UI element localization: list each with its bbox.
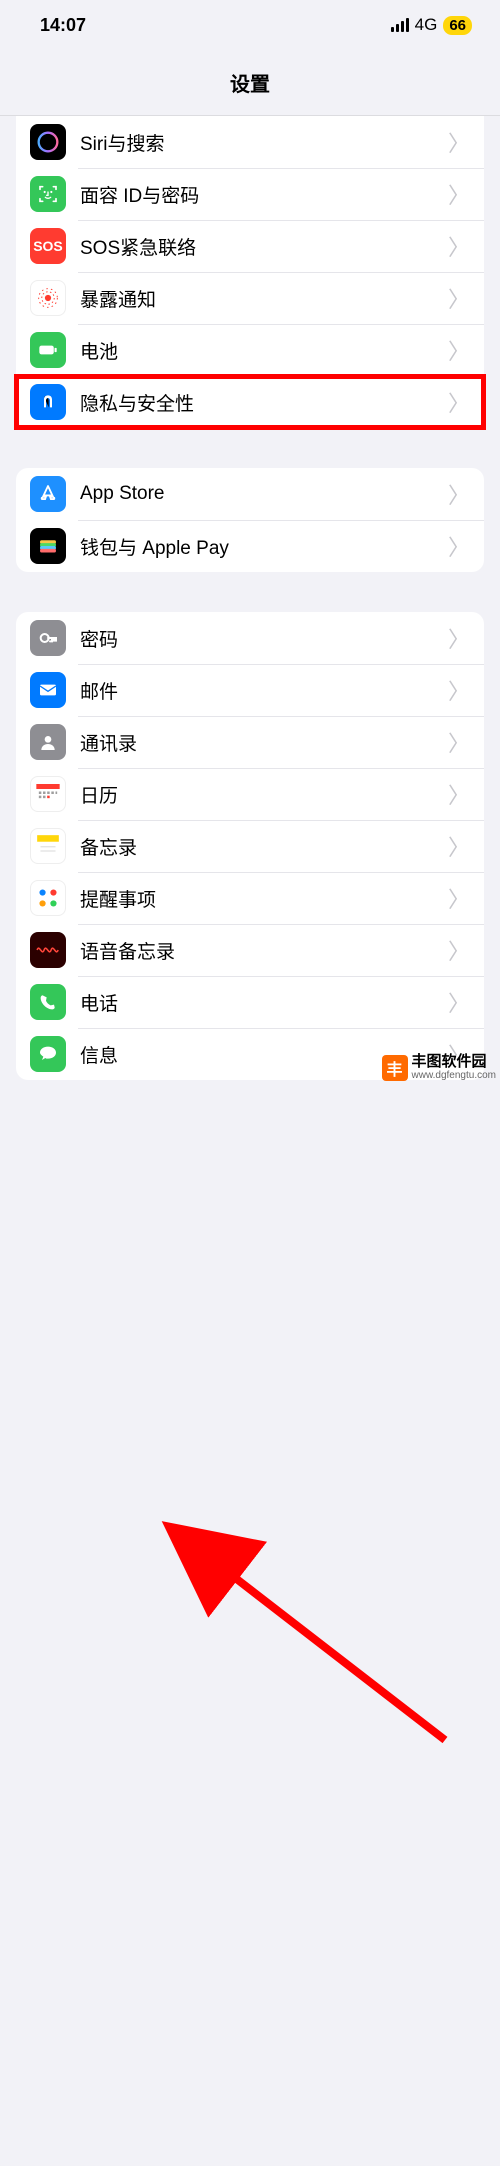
watermark-logo-icon: 丰 (382, 1055, 408, 1081)
arrow-annotation (0, 1120, 500, 2166)
watermark-url: www.dgfengtu.com (412, 1070, 497, 1081)
row-label: 邮件 (80, 677, 448, 704)
chevron-right-icon: 〉 (448, 726, 470, 758)
calendar-icon (30, 776, 66, 812)
chevron-right-icon: 〉 (448, 478, 470, 510)
chevron-right-icon: 〉 (448, 622, 470, 654)
chevron-right-icon: 〉 (448, 830, 470, 862)
exposure-icon (30, 280, 66, 316)
chevron-right-icon: 〉 (448, 178, 470, 210)
settings-group: 密码〉邮件〉通讯录〉日历〉备忘录〉提醒事项〉语音备忘录〉电话〉信息〉 (16, 612, 484, 1080)
voicememo-icon (30, 932, 66, 968)
row-phone[interactable]: 电话〉 (16, 976, 484, 1028)
signal-icon (391, 18, 409, 32)
battery-badge: 66 (443, 16, 472, 35)
chevron-right-icon: 〉 (448, 126, 470, 158)
appstore-icon (30, 476, 66, 512)
key-icon (30, 620, 66, 656)
chevron-right-icon: 〉 (448, 778, 470, 810)
status-right: 4G 66 (391, 15, 472, 35)
settings-group: App Store〉钱包与 Apple Pay〉 (16, 468, 484, 572)
row-label: 暴露通知 (80, 285, 448, 312)
settings-group: Siri与搜索〉面容 ID与密码〉SOSSOS紧急联络〉暴露通知〉电池〉隐私与安… (16, 116, 484, 428)
network-label: 4G (415, 15, 438, 35)
chevron-right-icon: 〉 (448, 386, 470, 418)
row-mail[interactable]: 邮件〉 (16, 664, 484, 716)
watermark-title: 丰图软件园 (412, 1054, 497, 1070)
row-label: 面容 ID与密码 (80, 181, 448, 208)
status-time: 14:07 (40, 15, 86, 36)
chevron-right-icon: 〉 (448, 986, 470, 1018)
row-calendar[interactable]: 日历〉 (16, 768, 484, 820)
watermark: 丰 丰图软件园 www.dgfengtu.com (378, 1052, 500, 1083)
row-label: 语音备忘录 (80, 937, 448, 964)
row-notes[interactable]: 备忘录〉 (16, 820, 484, 872)
chevron-right-icon: 〉 (448, 530, 470, 562)
row-label: App Store (80, 483, 448, 505)
wallet-icon (30, 528, 66, 564)
row-label: 电话 (80, 989, 448, 1016)
notes-icon (30, 828, 66, 864)
row-label: 隐私与安全性 (80, 389, 448, 416)
row-label: 日历 (80, 781, 448, 808)
status-bar: 14:07 4G 66 (0, 0, 500, 50)
row-voicememos[interactable]: 语音备忘录〉 (16, 924, 484, 976)
mail-icon (30, 672, 66, 708)
row-privacy[interactable]: 隐私与安全性〉 (16, 376, 484, 428)
row-label: 密码 (80, 625, 448, 652)
chevron-right-icon: 〉 (448, 674, 470, 706)
chevron-right-icon: 〉 (448, 230, 470, 262)
chevron-right-icon: 〉 (448, 934, 470, 966)
page-title: 设置 (0, 50, 500, 116)
row-passwords[interactable]: 密码〉 (16, 612, 484, 664)
row-wallet[interactable]: 钱包与 Apple Pay〉 (16, 520, 484, 572)
chevron-right-icon: 〉 (448, 282, 470, 314)
row-exposure[interactable]: 暴露通知〉 (16, 272, 484, 324)
row-label: 备忘录 (80, 833, 448, 860)
row-label: 提醒事项 (80, 885, 448, 912)
phone-icon (30, 984, 66, 1020)
row-label: 通讯录 (80, 729, 448, 756)
row-appstore[interactable]: App Store〉 (16, 468, 484, 520)
chevron-right-icon: 〉 (448, 882, 470, 914)
siri-icon (30, 124, 66, 160)
row-label: SOS紧急联络 (80, 233, 448, 260)
row-sos[interactable]: SOS SOS紧急联络〉 (16, 220, 484, 272)
row-faceid[interactable]: 面容 ID与密码〉 (16, 168, 484, 220)
row-label: Siri与搜索 (80, 129, 448, 156)
contacts-icon (30, 724, 66, 760)
row-siri[interactable]: Siri与搜索〉 (16, 116, 484, 168)
messages-icon (30, 1036, 66, 1072)
privacy-icon (30, 384, 66, 420)
row-label: 钱包与 Apple Pay (80, 533, 448, 560)
faceid-icon (30, 176, 66, 212)
battery-icon (30, 332, 66, 368)
chevron-right-icon: 〉 (448, 334, 470, 366)
row-reminders[interactable]: 提醒事项〉 (16, 872, 484, 924)
sos-icon: SOS (30, 228, 66, 264)
row-contacts[interactable]: 通讯录〉 (16, 716, 484, 768)
row-label: 电池 (80, 337, 448, 364)
reminders-icon (30, 880, 66, 916)
row-battery[interactable]: 电池〉 (16, 324, 484, 376)
